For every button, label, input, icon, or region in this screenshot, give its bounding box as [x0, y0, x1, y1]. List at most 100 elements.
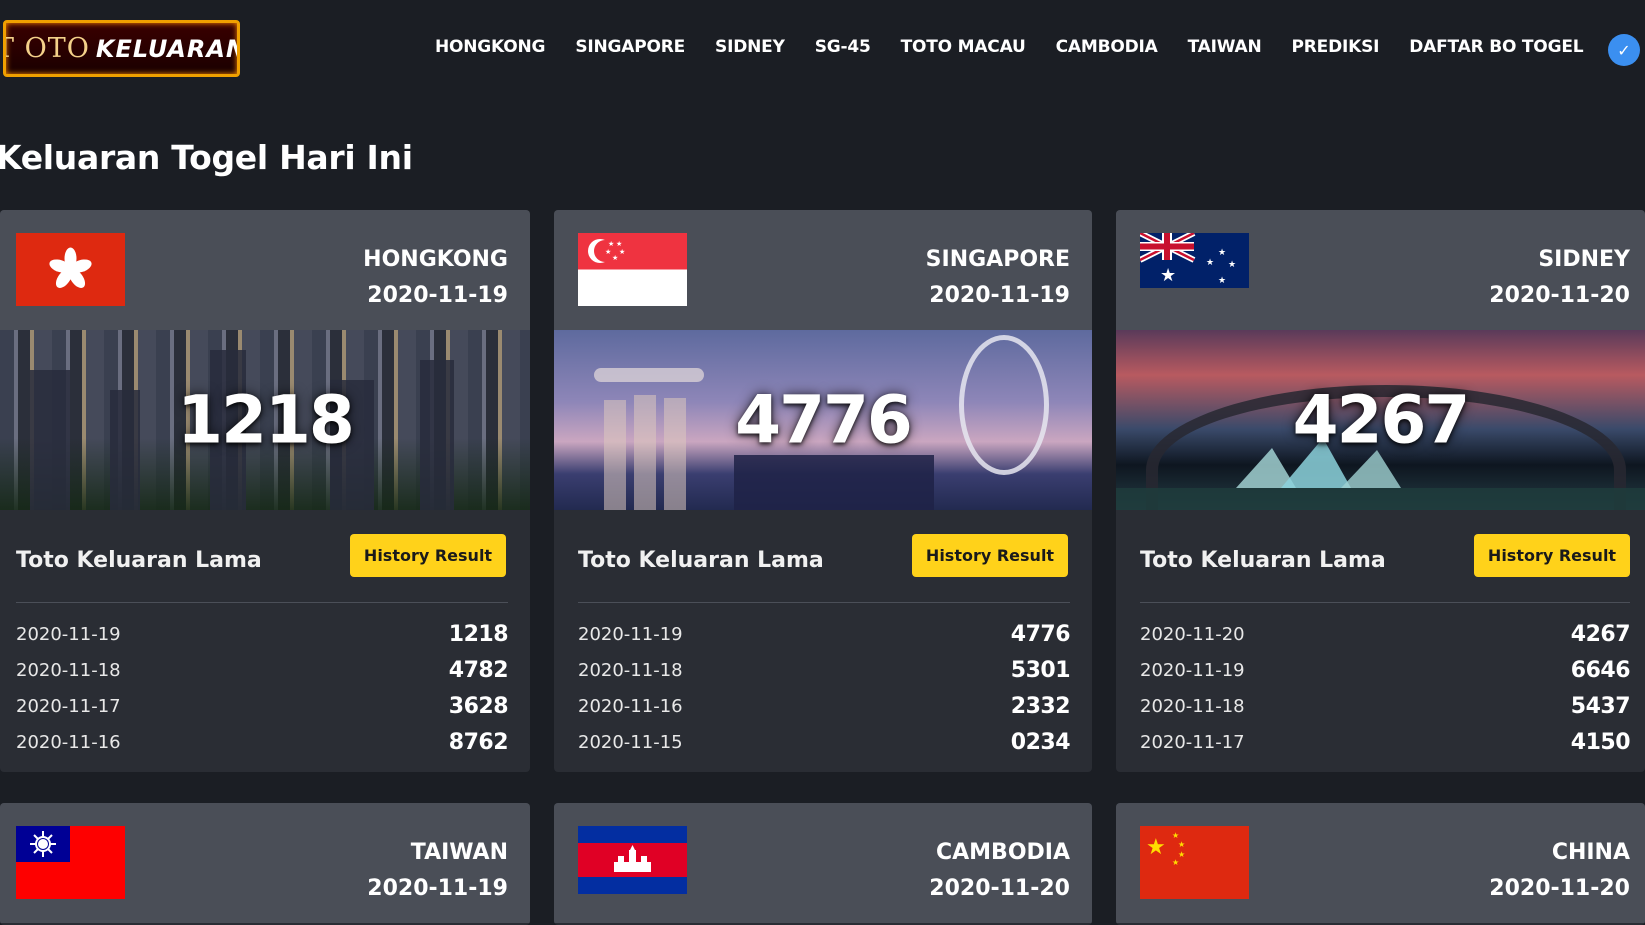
result-card-taiwan: TAIWAN 2020-11-19	[0, 803, 530, 925]
nav-toto-macau[interactable]: TOTO MACAU	[901, 37, 1026, 57]
svg-text:★: ★	[1178, 840, 1185, 849]
history-result-button[interactable]: History Result	[912, 534, 1068, 577]
result-row: 2020-11-15 0234	[578, 724, 1071, 760]
nav-sidney[interactable]: SIDNEY	[715, 37, 785, 57]
old-results-title: Toto Keluaran Lama	[1140, 548, 1386, 573]
result-row: 2020-11-19 4776	[578, 616, 1071, 652]
latest-result-number: 4267	[1292, 381, 1471, 459]
singapore-city-image: 4776	[554, 330, 1092, 510]
verified-badge-icon[interactable]: ✓	[1608, 34, 1640, 66]
card-market-date: 2020-11-20	[1489, 283, 1630, 308]
row-value: 4782	[448, 657, 509, 683]
row-value: 5437	[1570, 693, 1631, 719]
australia-flag-icon: ★ ★ ★ ★ ★	[1140, 233, 1249, 288]
result-row: 2020-11-20 4267	[1140, 616, 1631, 652]
nav-taiwan[interactable]: TAIWAN	[1188, 37, 1262, 57]
hongkong-flag-icon	[16, 233, 125, 306]
row-value: 6646	[1570, 657, 1631, 683]
card-market-date: 2020-11-19	[367, 283, 508, 308]
taiwan-flag-icon	[16, 826, 125, 899]
result-card-china: ★ ★ ★ ★ ★ CHINA 2020-11-20	[1116, 803, 1645, 925]
row-value: 3628	[448, 693, 509, 719]
result-row: 2020-11-19 6646	[1140, 652, 1631, 688]
old-results-list: 2020-11-19 1218 2020-11-18 4782 2020-11-17…	[0, 603, 530, 772]
result-card-hongkong: HONGKONG 2020-11-19 1218 Toto Keluaran L…	[0, 210, 530, 772]
old-results-title: Toto Keluaran Lama	[16, 548, 262, 573]
row-date: 2020-11-20	[1140, 623, 1245, 645]
svg-text:★: ★	[605, 248, 611, 256]
row-value: 0234	[1010, 729, 1071, 755]
old-results-header: Toto Keluaran Lama History Result	[1116, 510, 1645, 602]
row-date: 2020-11-16	[16, 731, 121, 753]
cambodia-flag-icon	[578, 826, 687, 894]
history-result-button[interactable]: History Result	[350, 534, 506, 577]
old-results-header: Toto Keluaran Lama History Result	[0, 510, 530, 602]
row-value: 4267	[1570, 621, 1631, 647]
row-date: 2020-11-15	[578, 731, 683, 753]
result-row: 2020-11-18 5437	[1140, 688, 1631, 724]
sydney-harbour-image: 4267	[1116, 330, 1645, 510]
result-card-singapore: ★ ★ ★ ★ ★ SINGAPORE 2020-11-19 4776 Toto K…	[554, 210, 1092, 772]
old-results-title: Toto Keluaran Lama	[578, 548, 824, 573]
logo-text-part1: T OTO	[3, 33, 90, 64]
card-market-date: 2020-11-20	[929, 876, 1070, 901]
logo-text-part2: KELUARAN	[95, 34, 240, 63]
result-row: 2020-11-17 3628	[16, 688, 509, 724]
row-value: 2332	[1010, 693, 1071, 719]
card-market-name: CAMBODIA	[935, 840, 1070, 865]
card-header: TAIWAN 2020-11-19	[0, 803, 530, 923]
card-market-name: SIDNEY	[1538, 247, 1630, 272]
result-row: 2020-11-16 2332	[578, 688, 1071, 724]
result-row: 2020-11-17 4150	[1140, 724, 1631, 760]
old-results-list: 2020-11-19 4776 2020-11-18 5301 2020-11-16…	[554, 603, 1092, 772]
svg-text:★: ★	[1160, 265, 1176, 286]
svg-text:★: ★	[612, 254, 618, 262]
card-market-name: CHINA	[1551, 840, 1630, 865]
row-value: 4776	[1010, 621, 1071, 647]
singapore-flag-icon: ★ ★ ★ ★ ★	[578, 233, 687, 306]
nav-singapore[interactable]: SINGAPORE	[575, 37, 685, 57]
card-header: CAMBODIA 2020-11-20	[554, 803, 1092, 923]
result-row: 2020-11-16 8762	[16, 724, 509, 760]
card-header: ★ ★ ★ ★ ★ SINGAPORE 2020-11-19	[554, 210, 1092, 330]
row-value: 1218	[448, 621, 509, 647]
card-market-date: 2020-11-20	[1489, 876, 1630, 901]
row-date: 2020-11-19	[1140, 659, 1245, 681]
svg-text:★: ★	[1218, 276, 1226, 286]
hongkong-city-image: 1218	[0, 330, 530, 510]
svg-text:★: ★	[619, 248, 625, 256]
page-title: Keluaran Togel Hari Ini	[0, 138, 413, 177]
result-card-sidney: ★ ★ ★ ★ ★ SIDNEY 2020-11-20 4267 Toto Ke…	[1116, 210, 1645, 772]
old-results-list: 2020-11-20 4267 2020-11-19 6646 2020-11-18…	[1116, 603, 1645, 772]
card-market-name: HONGKONG	[363, 247, 508, 272]
result-row: 2020-11-18 4782	[16, 652, 509, 688]
svg-text:★: ★	[1206, 258, 1214, 268]
nav-hongkong[interactable]: HONGKONG	[435, 37, 546, 57]
row-date: 2020-11-16	[578, 695, 683, 717]
latest-result-number: 1218	[177, 381, 355, 459]
nav-sg45[interactable]: SG-45	[815, 37, 871, 57]
history-result-button[interactable]: History Result	[1474, 534, 1630, 577]
site-header: T OTO KELUARAN HONGKONG SINGAPORE SIDNEY…	[0, 0, 1645, 100]
main-nav: HONGKONG SINGAPORE SIDNEY SG-45 TOTO MAC…	[435, 37, 1613, 57]
card-header: ★ ★ ★ ★ ★ CHINA 2020-11-20	[1116, 803, 1645, 923]
row-value: 8762	[448, 729, 509, 755]
svg-text:★: ★	[1146, 835, 1166, 860]
svg-text:★: ★	[616, 240, 622, 248]
svg-text:★: ★	[1172, 858, 1179, 867]
site-logo[interactable]: T OTO KELUARAN	[3, 20, 240, 77]
card-header: HONGKONG 2020-11-19	[0, 210, 530, 330]
card-market-date: 2020-11-19	[367, 876, 508, 901]
row-value: 4150	[1570, 729, 1631, 755]
card-market-name: SINGAPORE	[925, 247, 1070, 272]
svg-text:★: ★	[1172, 831, 1179, 840]
card-header: ★ ★ ★ ★ ★ SIDNEY 2020-11-20	[1116, 210, 1645, 330]
result-card-cambodia: CAMBODIA 2020-11-20	[554, 803, 1092, 925]
row-date: 2020-11-19	[578, 623, 683, 645]
china-flag-icon: ★ ★ ★ ★ ★	[1140, 826, 1249, 899]
old-results-header: Toto Keluaran Lama History Result	[554, 510, 1092, 602]
nav-prediksi[interactable]: PREDIKSI	[1292, 37, 1380, 57]
nav-daftar-bo-togel[interactable]: DAFTAR BO TOGEL	[1409, 37, 1583, 57]
row-value: 5301	[1010, 657, 1071, 683]
nav-cambodia[interactable]: CAMBODIA	[1056, 37, 1158, 57]
